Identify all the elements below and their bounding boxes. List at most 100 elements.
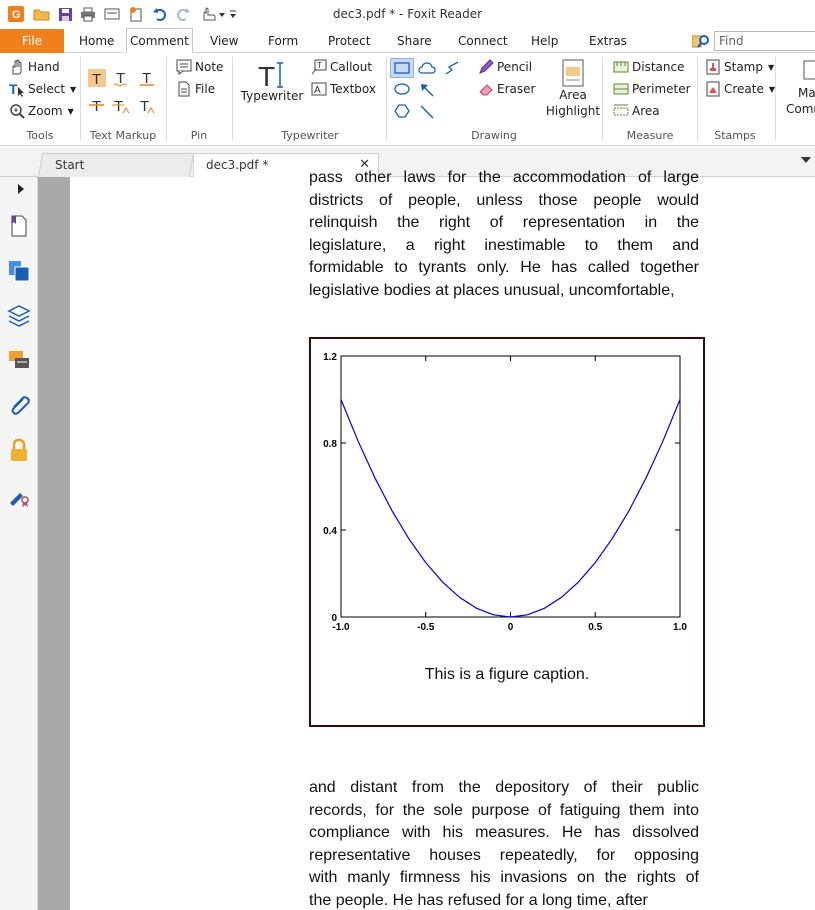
separator	[775, 57, 776, 141]
text-line: legislative bodies at places unusual, un…	[309, 281, 675, 299]
distance-label: Distance	[632, 60, 685, 74]
stamp-dropdown-arrow[interactable]: ▼	[768, 63, 774, 72]
attachments-icon[interactable]	[7, 393, 31, 417]
hand-icon	[9, 59, 25, 75]
svg-text:T: T	[114, 98, 123, 115]
arrow-icon	[421, 84, 434, 97]
comments-panel-icon[interactable]	[7, 348, 31, 372]
manage-comments-button[interactable]: Mar Comm	[786, 59, 815, 117]
find-icon[interactable]	[691, 33, 710, 52]
callout-label: Callout	[330, 60, 373, 74]
menu-share[interactable]: Share	[397, 29, 432, 53]
note-button[interactable]: Note	[176, 59, 223, 75]
bookmarks-icon[interactable]	[7, 214, 31, 238]
menu-view[interactable]: View	[210, 29, 238, 53]
replace-text-icon: T	[112, 98, 130, 115]
text-line: with manly firmness his invasions on the…	[309, 869, 699, 886]
separator	[232, 57, 233, 141]
layers-icon[interactable]	[7, 303, 31, 327]
menu-extras[interactable]: Extras	[589, 29, 627, 53]
line-tool-button[interactable]	[419, 104, 435, 120]
cloud-tool-button[interactable]	[418, 60, 436, 76]
replace-text-button[interactable]: T	[112, 97, 132, 115]
plot-frame	[340, 355, 681, 618]
distance-button[interactable]: Distance	[613, 59, 684, 75]
tab-start[interactable]: Start	[37, 153, 195, 177]
pencil-button[interactable]: Pencil	[478, 59, 532, 75]
textbox-button[interactable]: A Textbox	[311, 81, 376, 97]
paragraph-bottom: and distant from the depository of their…	[309, 777, 699, 910]
menu-bar: File Home Comment View Form Protect Shar…	[0, 28, 815, 53]
x-tick-label: 1.0	[673, 622, 687, 633]
y-tick-label: 0.4	[323, 526, 337, 537]
menu-comment[interactable]: Comment	[126, 28, 193, 53]
textbox-icon: A	[311, 81, 327, 97]
pages-thumbnail-icon[interactable]	[7, 259, 31, 283]
stamp-button[interactable]: Stamp ▼	[705, 59, 774, 75]
svg-text:T: T	[9, 81, 18, 97]
security-lock-icon[interactable]	[7, 438, 31, 462]
menu-file[interactable]: File	[0, 29, 64, 53]
separator	[166, 57, 167, 141]
squiggly-underline-button[interactable]: T	[112, 69, 130, 87]
pin-group-label: Pin	[190, 129, 208, 142]
oval-tool-button[interactable]	[394, 82, 410, 96]
rectangle-tool-button[interactable]	[390, 58, 414, 78]
figure-caption: This is a figure caption.	[424, 666, 590, 683]
select-tool-button[interactable]: T Select ▼	[9, 81, 76, 97]
insert-text-button[interactable]: T	[138, 97, 158, 115]
measure-group-label: Measure	[626, 129, 674, 142]
zoom-dropdown-arrow[interactable]: ▼	[68, 107, 74, 116]
hand-label: Hand	[28, 60, 60, 74]
perimeter-label: Perimeter	[632, 82, 691, 96]
svg-text:T: T	[258, 61, 275, 89]
zoom-icon	[9, 103, 25, 119]
perimeter-button[interactable]: Perimeter	[613, 81, 691, 97]
eraser-icon	[478, 81, 494, 97]
highlight-text-button[interactable]: T	[88, 69, 106, 87]
text-line: formidable to tyrants only. He has calle…	[309, 259, 699, 276]
underline-text-button[interactable]: T	[138, 69, 156, 87]
find-input[interactable]: Find	[714, 31, 815, 51]
polygon-tool-button[interactable]	[394, 104, 410, 118]
callout-button[interactable]: T Callout	[311, 59, 372, 75]
text-line: records, for the sole purpose of fatigui…	[309, 801, 699, 819]
textbox-label: Textbox	[330, 82, 376, 96]
stamp-icon	[705, 59, 721, 75]
area-highlight-button[interactable]: Area Highlight	[546, 59, 600, 119]
stamps-group-label: Stamps	[714, 129, 756, 142]
text-line: relinquish the right of representation i…	[309, 214, 699, 231]
menu-protect[interactable]: Protect	[328, 29, 370, 53]
create-stamp-button[interactable]: Create ▼	[705, 81, 775, 97]
menu-home[interactable]: Home	[79, 29, 114, 53]
polyline-icon	[445, 61, 459, 75]
text-markup-group-label: Text Markup	[89, 129, 157, 142]
arrow-tool-button[interactable]	[419, 82, 435, 98]
file-attachment-icon	[176, 81, 192, 97]
menu-help[interactable]: Help	[531, 29, 558, 53]
polyline-tool-button[interactable]	[444, 60, 460, 76]
create-label: Create	[724, 82, 764, 96]
expand-panel-icon[interactable]	[16, 183, 26, 207]
note-label: Note	[195, 60, 224, 74]
file-attachment-button[interactable]: File	[176, 81, 215, 97]
menu-form[interactable]: Form	[268, 29, 298, 53]
zoom-tool-button[interactable]: Zoom ▼	[9, 103, 74, 119]
eraser-button[interactable]: Eraser	[478, 81, 535, 97]
menu-connect[interactable]: Connect	[458, 29, 508, 53]
hand-tool-button[interactable]: Hand	[9, 59, 60, 75]
perimeter-icon	[613, 81, 629, 97]
separator	[602, 57, 603, 141]
area-measure-button[interactable]: Area	[613, 103, 660, 119]
typewriter-button[interactable]: T Typewriter	[241, 59, 304, 103]
pencil-icon	[478, 59, 494, 75]
x-tick-label: 0.5	[588, 622, 602, 633]
oval-icon	[394, 83, 410, 95]
strikeout-text-button[interactable]: T	[88, 97, 106, 115]
tab-list-dropdown-icon[interactable]	[801, 157, 811, 163]
signatures-icon[interactable]	[7, 483, 31, 507]
text-line: compliance with his measures. He has dis…	[309, 824, 699, 841]
area-measure-label: Area	[632, 104, 660, 118]
select-dropdown-arrow[interactable]: ▼	[70, 85, 76, 94]
separator	[80, 57, 81, 141]
